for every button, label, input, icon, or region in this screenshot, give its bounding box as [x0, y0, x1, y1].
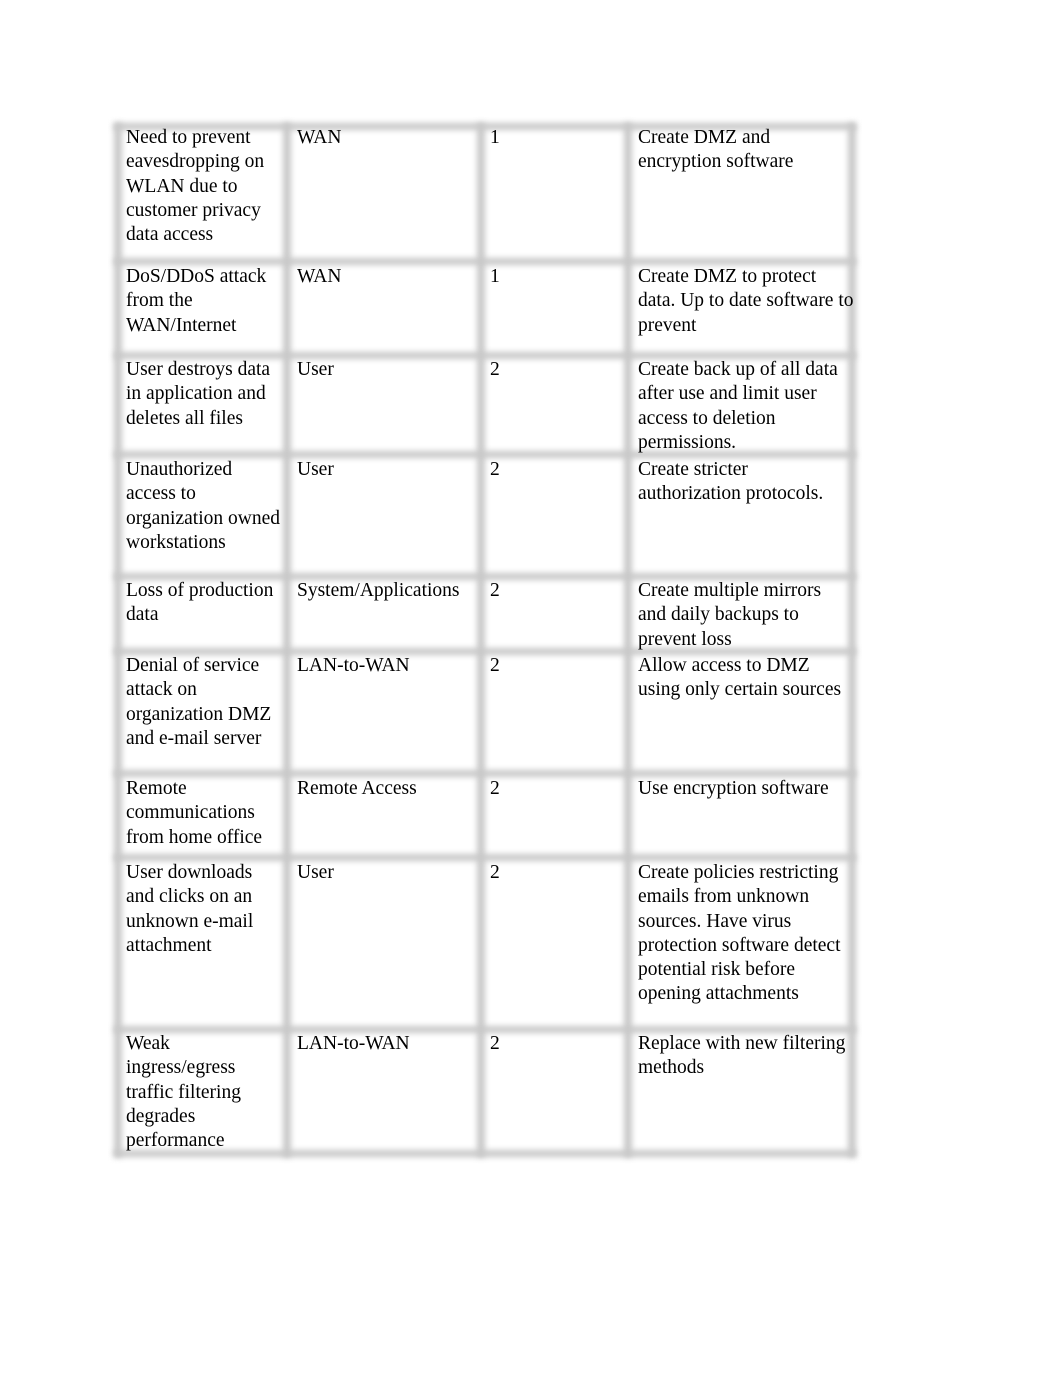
priority-cell: 2 [490, 1033, 500, 1054]
action-cell: Create DMZ to protect data. Up to date s… [638, 266, 854, 336]
domain-cell: WAN [297, 127, 342, 148]
priority-cell: 2 [490, 655, 500, 676]
grid-line [624, 123, 632, 1157]
domain-cell: User [297, 862, 334, 883]
grid-line [114, 854, 856, 861]
grid-line [114, 770, 856, 777]
threat-cell: Loss of production data [126, 580, 274, 626]
priority-cell: 2 [490, 778, 500, 799]
threat-cell: User downloads and clicks on an unknown … [126, 862, 254, 956]
priority-cell: 2 [490, 459, 500, 480]
threat-cell: Denial of service attack on organization… [126, 655, 272, 749]
domain-cell: User [297, 459, 334, 480]
action-cell: Create back up of all data after use and… [638, 359, 838, 453]
threat-cell: DoS/DDoS attack from the WAN/Internet [126, 266, 267, 336]
priority-cell: 1 [490, 127, 500, 148]
domain-cell: LAN-to-WAN [297, 655, 410, 676]
priority-cell: 1 [490, 266, 500, 287]
grid-line [283, 123, 291, 1157]
threat-cell: User destroys data in application and de… [126, 359, 271, 429]
grid-line [114, 123, 122, 1157]
grid-line [114, 258, 856, 265]
domain-cell: Remote Access [297, 778, 417, 799]
domain-cell: System/Applications [297, 580, 460, 601]
threat-cell: Need to prevent eavesdropping on WLAN du… [126, 127, 265, 246]
priority-cell: 2 [490, 580, 500, 601]
threat-cell: Remote communications from home office [126, 778, 263, 848]
action-cell: Create policies restricting emails from … [638, 862, 841, 1005]
domain-cell: User [297, 359, 334, 380]
action-cell: Create stricter authorization protocols. [638, 459, 824, 505]
threat-cell: Weak ingress/egress traffic filtering de… [126, 1033, 241, 1152]
action-cell: Create multiple mirrors and daily backup… [638, 580, 822, 650]
threat-cell: Unauthorized access to organization owne… [126, 459, 280, 553]
domain-cell: LAN-to-WAN [297, 1033, 410, 1054]
action-cell: Use encryption software [638, 778, 829, 799]
priority-cell: 2 [490, 862, 500, 883]
action-cell: Create DMZ and encryption software [638, 127, 794, 173]
priority-cell: 2 [490, 359, 500, 380]
action-cell: Allow access to DMZ using only certain s… [638, 655, 842, 701]
action-cell: Replace with new filtering methods [638, 1033, 846, 1079]
domain-cell: WAN [297, 266, 342, 287]
